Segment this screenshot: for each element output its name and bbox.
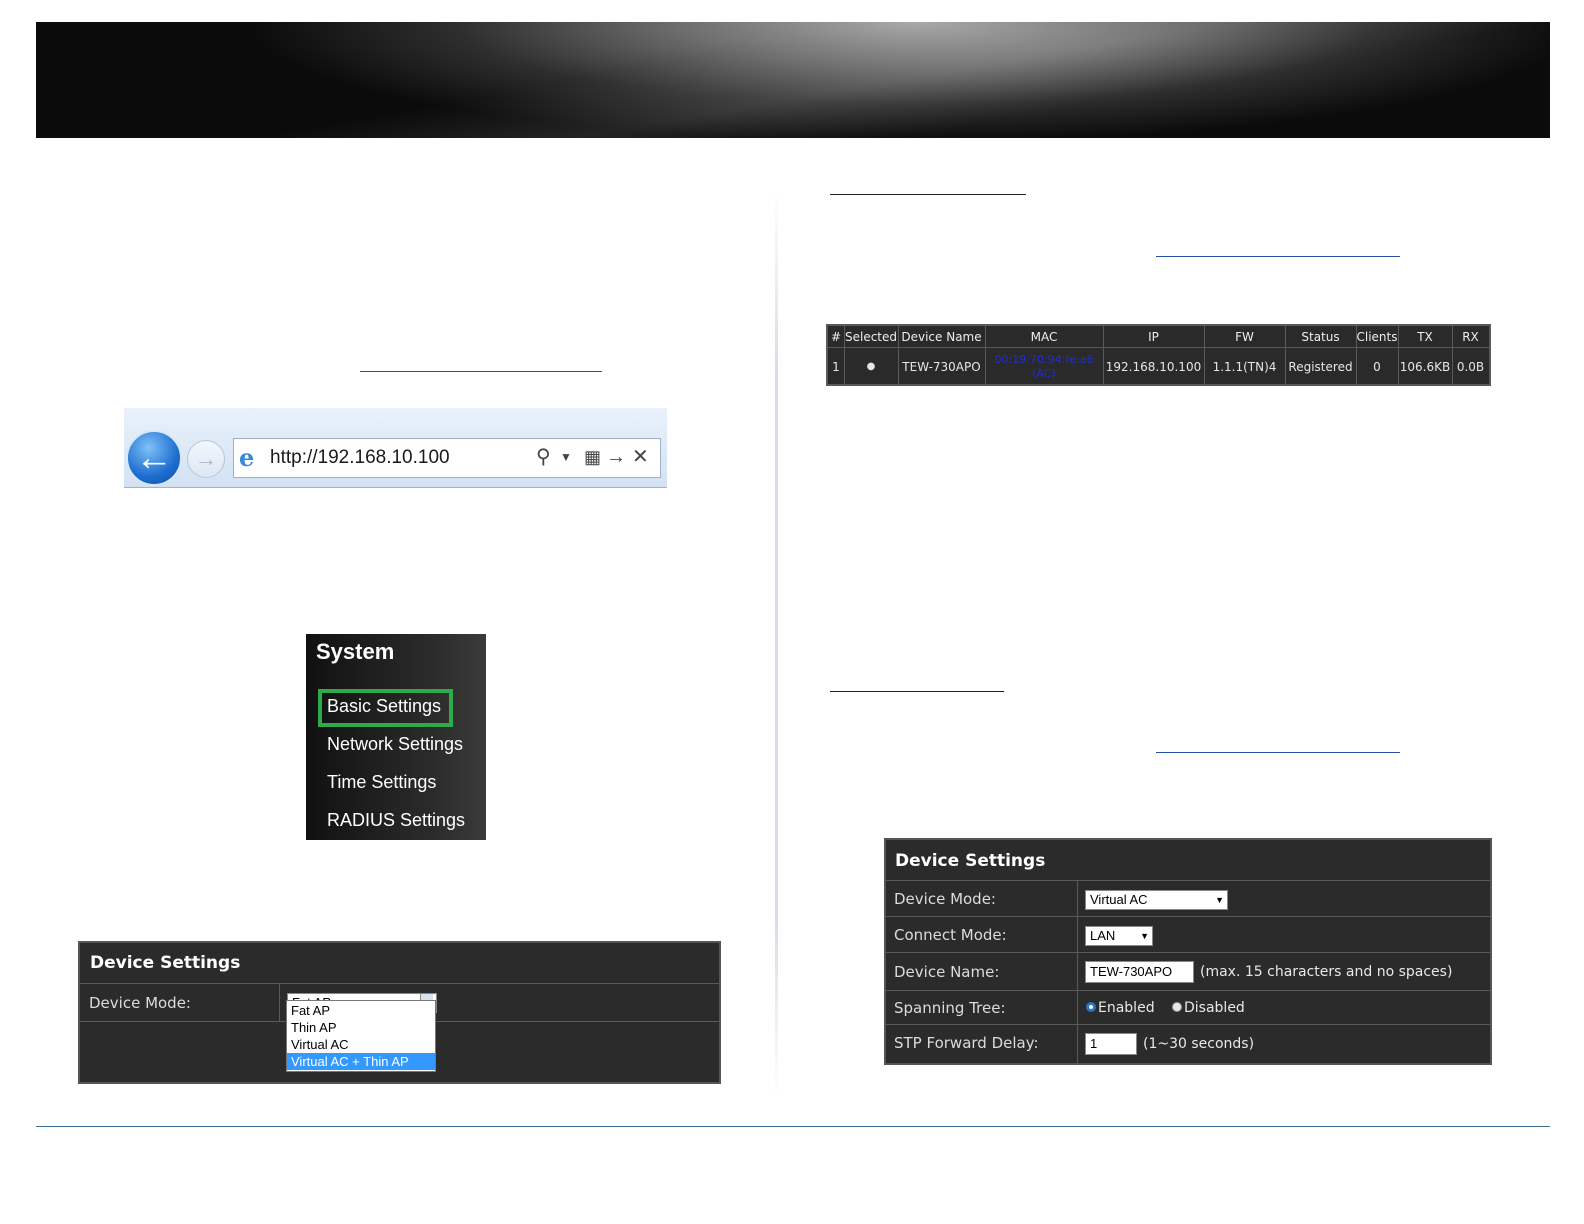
- stp-forward-delay-label: STP Forward Delay:: [894, 1034, 1039, 1052]
- table-cell-ip: 192.168.10.100: [1105, 360, 1202, 374]
- table-header: #: [830, 330, 842, 344]
- connect-mode-select[interactable]: LAN ▼: [1085, 926, 1153, 946]
- device-name-hint: (max. 15 characters and no spaces): [1200, 964, 1453, 980]
- table-header: Device Name: [901, 330, 982, 344]
- search-icon[interactable]: ⚲: [536, 445, 551, 469]
- link-underline-left[interactable]: [360, 371, 602, 372]
- table-header: Status: [1301, 330, 1340, 344]
- column-divider: [775, 190, 778, 1100]
- table-header-divider: [828, 347, 1489, 348]
- panel-title: Device Settings: [90, 953, 241, 973]
- footer-divider: [36, 1126, 1550, 1127]
- device-mode-select[interactable]: Virtual AC ▼: [1085, 890, 1228, 910]
- row-divider: [80, 983, 719, 984]
- dropdown-option[interactable]: Virtual AC: [287, 1036, 435, 1053]
- table-header: TX: [1417, 330, 1433, 344]
- device-name-input[interactable]: TEW-730APO: [1085, 961, 1194, 983]
- spanning-tree-label: Spanning Tree:: [894, 999, 1006, 1017]
- mac-note: (AC): [1032, 367, 1056, 380]
- table-header: Selected: [844, 330, 898, 344]
- radio-enabled-label: Enabled: [1098, 1000, 1155, 1016]
- device-name-label: Device Name:: [894, 963, 1000, 981]
- radio-enabled[interactable]: [1086, 1002, 1096, 1012]
- stp-forward-delay-input[interactable]: 1: [1085, 1033, 1137, 1055]
- mac-address: 00:19:70:94:fe:a6: [994, 353, 1094, 366]
- ap-table: # Selected Device Name MAC IP FW Status …: [826, 324, 1491, 386]
- link-underline-right-1[interactable]: [1156, 256, 1400, 257]
- table-cell-tx: 106.6KB: [1399, 360, 1451, 374]
- radio-disabled-label: Disabled: [1184, 1000, 1245, 1016]
- dropdown-option[interactable]: Fat AP: [287, 1002, 435, 1019]
- forward-arrow-icon[interactable]: →: [187, 440, 225, 478]
- stp-forward-delay-hint: (1~30 seconds): [1143, 1036, 1255, 1052]
- table-cell-device-name: TEW-730APO: [902, 360, 981, 374]
- table-header: MAC: [1030, 330, 1058, 344]
- select-radio[interactable]: ●: [844, 350, 898, 384]
- device-mode-label: Device Mode:: [89, 994, 191, 1012]
- table-header: IP: [1148, 330, 1159, 344]
- connect-mode-label: Connect Mode:: [894, 926, 1007, 944]
- chevron-down-icon[interactable]: ▼: [1215, 891, 1224, 909]
- system-menu: System Basic Settings Network Settings T…: [306, 634, 486, 840]
- menu-item-time-settings[interactable]: Time Settings: [327, 772, 436, 793]
- dropdown-icon[interactable]: ▼: [560, 445, 572, 469]
- device-settings-panel-large: Device Settings Device Mode: Virtual AC …: [884, 838, 1492, 1065]
- chevron-down-icon[interactable]: ▼: [1140, 927, 1149, 945]
- panel-title: Device Settings: [895, 851, 1046, 871]
- table-cell-fw: 1.1.1(TN)4: [1212, 360, 1277, 374]
- dropdown-option-selected[interactable]: Virtual AC + Thin AP: [287, 1053, 435, 1070]
- table-header: RX: [1462, 330, 1479, 344]
- dropdown-option[interactable]: Thin AP: [287, 1019, 435, 1036]
- menu-item-network-settings[interactable]: Network Settings: [327, 734, 463, 755]
- close-icon[interactable]: ✕: [632, 445, 649, 469]
- ie-logo-icon: e: [239, 443, 255, 472]
- column-divider: [279, 983, 280, 1021]
- header-banner-swoosh: [36, 22, 1550, 138]
- table-header: FW: [1235, 330, 1254, 344]
- system-menu-title: System: [316, 639, 395, 664]
- radio-disabled[interactable]: [1172, 1002, 1182, 1012]
- menu-item-radius-settings[interactable]: RADIUS Settings: [327, 810, 465, 831]
- url-field[interactable]: e http://192.168.10.100 ⚲ ▼ ▦ → ✕: [233, 438, 661, 478]
- heading-underline: [830, 691, 1004, 692]
- table-cell-status: Registered: [1288, 360, 1353, 374]
- table-cell-clients: 0: [1373, 360, 1381, 374]
- link-underline-right-2[interactable]: [1156, 752, 1400, 753]
- table-cell-rx: 0.0B: [1456, 360, 1485, 374]
- connect-mode-value: LAN: [1090, 928, 1116, 943]
- url-text: http://192.168.10.100: [270, 447, 450, 468]
- heading-underline: [830, 194, 1026, 195]
- table-cell-mac[interactable]: 00:19:70:94:fe:a6 (AC): [985, 350, 1103, 387]
- browser-address-bar: ← → e http://192.168.10.100 ⚲ ▼ ▦ → ✕: [124, 408, 667, 488]
- go-arrow-icon[interactable]: →: [606, 445, 626, 469]
- compat-view-icon[interactable]: ▦: [584, 445, 601, 469]
- device-mode-value: Virtual AC: [1090, 892, 1148, 907]
- device-mode-dropdown-list: Fat AP Thin AP Virtual AC Virtual AC + T…: [286, 1000, 436, 1072]
- device-mode-label: Device Mode:: [894, 890, 996, 908]
- back-arrow-icon[interactable]: ←: [126, 430, 182, 486]
- menu-item-basic-settings[interactable]: Basic Settings: [327, 696, 441, 717]
- table-cell-index: 1: [832, 360, 840, 374]
- table-header: Clients: [1356, 330, 1398, 344]
